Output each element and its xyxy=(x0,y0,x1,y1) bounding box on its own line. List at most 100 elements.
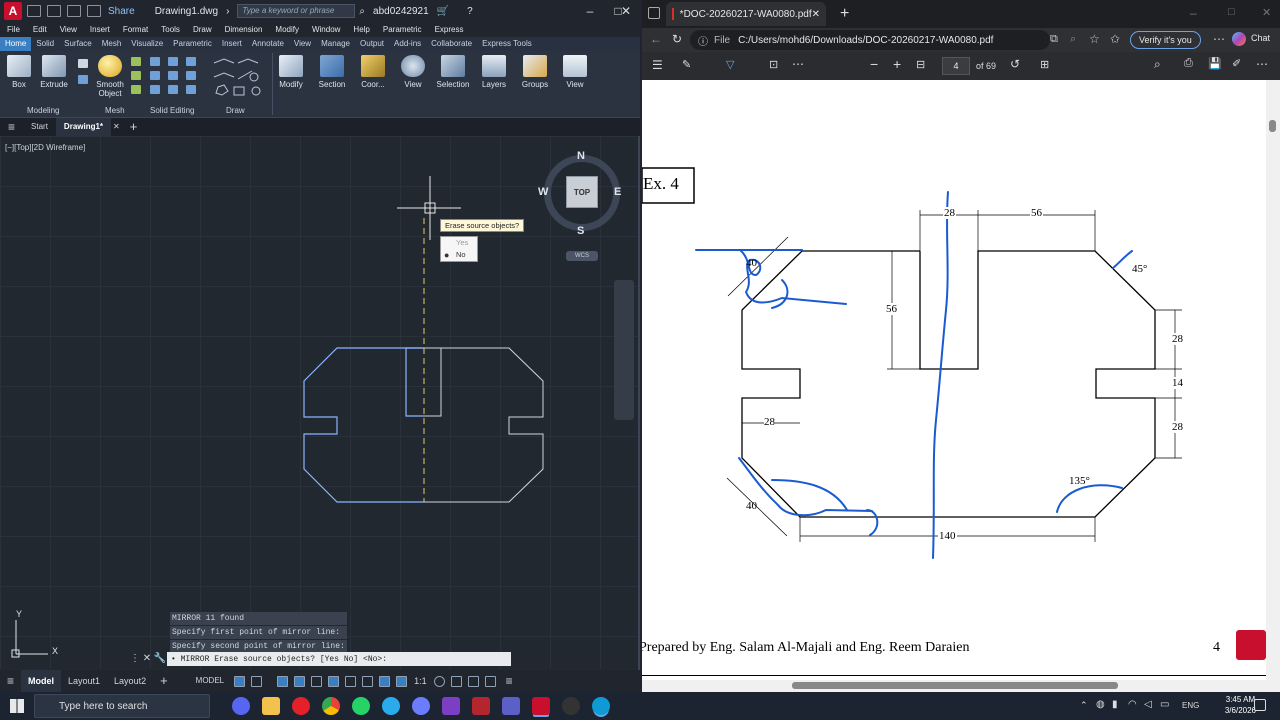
menu-window[interactable]: Window xyxy=(312,25,340,34)
menu-view[interactable]: View xyxy=(60,25,77,34)
tab-model[interactable]: Model xyxy=(21,670,62,692)
snap-icon[interactable] xyxy=(251,675,263,687)
option-yes[interactable]: Yes xyxy=(441,237,477,249)
tab-view[interactable]: View xyxy=(289,37,316,51)
wifi-icon[interactable]: ◠ xyxy=(1128,699,1137,710)
teams-icon[interactable] xyxy=(502,697,520,715)
draw-tools-icons[interactable] xyxy=(212,55,266,101)
viewcube-east[interactable]: E xyxy=(614,186,621,198)
grid-icon[interactable] xyxy=(234,675,246,687)
tab-annotate[interactable]: Annotate xyxy=(247,37,289,51)
language-indicator[interactable]: ENG xyxy=(1182,701,1199,710)
network-icon[interactable]: ◍ xyxy=(1096,699,1105,710)
tab-actions-icon[interactable] xyxy=(648,7,660,19)
undo-icon[interactable] xyxy=(87,5,101,17)
notifications-icon[interactable] xyxy=(1254,699,1266,711)
chat-button[interactable]: Chat xyxy=(1251,33,1270,43)
panel-draw[interactable]: Draw xyxy=(226,106,245,115)
annotation-icon[interactable] xyxy=(396,675,408,687)
more-options-icon[interactable]: ⋯ xyxy=(1213,32,1225,46)
volume-icon[interactable]: ◁ xyxy=(1144,699,1152,710)
favorite-star-icon[interactable]: ☆ xyxy=(1089,32,1100,46)
save-icon[interactable]: 💾 xyxy=(1208,57,1222,70)
tab-mesh[interactable]: Mesh xyxy=(97,37,127,51)
shell-icon[interactable] xyxy=(186,57,196,66)
url-text[interactable]: C:/Users/mohd6/Downloads/DOC-20260217-WA… xyxy=(738,35,993,46)
windows-start-icon[interactable] xyxy=(10,699,24,713)
source-shape[interactable] xyxy=(303,347,424,503)
highlight-icon[interactable]: ✎ xyxy=(682,58,691,71)
add-icon[interactable] xyxy=(450,675,462,687)
customize-menu-icon[interactable]: ≡ xyxy=(499,670,520,692)
keyboard-icon[interactable]: ▭ xyxy=(1160,699,1169,710)
viewcube-south[interactable]: S xyxy=(577,225,584,237)
refresh-icon[interactable]: ↻ xyxy=(672,32,682,46)
separate-icon[interactable] xyxy=(186,71,196,80)
modify-tool[interactable]: Modify xyxy=(273,55,309,89)
mesh-primitive-icon[interactable] xyxy=(131,57,141,66)
file-tab-start[interactable]: Start xyxy=(23,118,56,136)
thicken-icon[interactable] xyxy=(168,71,178,80)
autocad-app-button[interactable]: A xyxy=(4,2,22,20)
battery-icon[interactable]: ▮ xyxy=(1112,699,1118,710)
menu-express[interactable]: Express xyxy=(435,25,464,34)
app-dark-icon[interactable] xyxy=(562,697,580,715)
save-icon[interactable] xyxy=(67,5,81,17)
read-aloud-icon[interactable]: ⧉ xyxy=(1050,33,1058,46)
menu-file[interactable]: File xyxy=(7,25,20,34)
imprint-icon[interactable] xyxy=(186,85,196,94)
panel-solid-editing[interactable]: Solid Editing xyxy=(150,106,194,115)
chrome-icon[interactable] xyxy=(322,697,340,715)
maximize-button[interactable]: □ xyxy=(1228,6,1235,18)
fullscreen-icon[interactable] xyxy=(484,675,496,687)
visual-studio-icon[interactable] xyxy=(442,697,460,715)
file-explorer-icon[interactable] xyxy=(262,697,280,715)
panel-modeling[interactable]: Modeling xyxy=(27,106,59,115)
new-tab-icon[interactable]: + xyxy=(122,118,146,136)
copilot-icon[interactable] xyxy=(1232,32,1246,46)
navigation-bar[interactable] xyxy=(614,280,634,420)
otrack-icon[interactable] xyxy=(328,675,340,687)
app-red-icon[interactable] xyxy=(472,697,490,715)
tab-surface[interactable]: Surface xyxy=(59,37,97,51)
ortho-icon[interactable] xyxy=(277,675,289,687)
address-bar[interactable]: ⓘ File C:/Users/mohd6/Downloads/DOC-2026… xyxy=(690,30,1050,50)
draw-icon[interactable]: ▽ xyxy=(726,58,734,71)
union-icon[interactable] xyxy=(150,57,160,66)
tab-home[interactable]: Home xyxy=(0,37,32,51)
opera-icon[interactable] xyxy=(292,697,310,715)
discord-icon[interactable] xyxy=(232,697,250,715)
tab-insert[interactable]: Insert xyxy=(217,37,247,51)
viewcube-north[interactable]: N xyxy=(577,150,585,162)
menu-edit[interactable]: Edit xyxy=(33,25,47,34)
subtract-icon[interactable] xyxy=(150,71,160,80)
hscrollbar-thumb[interactable] xyxy=(792,682,1118,689)
tab-visualize[interactable]: Visualize xyxy=(126,37,168,51)
view2-tool[interactable]: View xyxy=(557,55,593,89)
close-tab-icon[interactable]: ✕ xyxy=(812,9,820,20)
app-icon[interactable] xyxy=(412,697,430,715)
horizontal-scrollbar[interactable] xyxy=(642,680,1280,692)
layers-tool[interactable]: Layers xyxy=(476,55,512,89)
close-button[interactable]: ✕ xyxy=(1262,6,1271,19)
new-file-icon[interactable] xyxy=(27,5,41,17)
search-input[interactable]: Type a keyword or phrase xyxy=(237,4,356,18)
zoom-out-icon[interactable]: − xyxy=(870,56,878,72)
rotate-icon[interactable]: ↺ xyxy=(1010,57,1020,71)
new-tab-icon[interactable]: + xyxy=(840,5,849,23)
annotation-scale[interactable]: 1:1 xyxy=(410,670,431,692)
section-tool[interactable]: Section xyxy=(314,55,350,89)
option-no[interactable]: ● No xyxy=(441,249,477,261)
tab-parametric[interactable]: Parametric xyxy=(168,37,217,51)
transparency-icon[interactable] xyxy=(362,675,374,687)
cart-icon[interactable]: 🛒 xyxy=(437,6,449,17)
pdf-page-view[interactable]: Ex. 4 28 56 40 45° 56 28 14 28 28 40 135… xyxy=(642,80,1266,680)
units-icon[interactable] xyxy=(467,675,479,687)
model-space-toggle[interactable]: MODEL xyxy=(189,670,231,692)
selection-cycling-icon[interactable] xyxy=(379,675,391,687)
tab-express-tools[interactable]: Express Tools xyxy=(477,37,537,51)
tab-manage[interactable]: Manage xyxy=(316,37,355,51)
info-icon[interactable]: ⓘ xyxy=(698,33,708,48)
selection-tool[interactable]: Selection xyxy=(435,55,471,89)
workspace-gear-icon[interactable] xyxy=(433,675,445,687)
